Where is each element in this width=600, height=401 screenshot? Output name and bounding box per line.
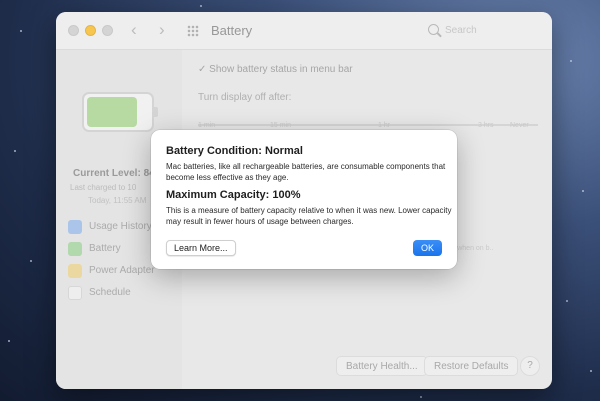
- battery-condition-text: Mac batteries, like all rechargeable bat…: [166, 162, 446, 182]
- maximum-capacity-text: This is a measure of battery capacity re…: [166, 206, 452, 226]
- battery-health-dialog: Battery Condition: Normal Mac batteries,…: [151, 130, 457, 269]
- ok-button[interactable]: OK: [413, 240, 442, 256]
- learn-more-button[interactable]: Learn More...: [166, 240, 236, 256]
- battery-condition-title: Battery Condition: Normal: [166, 145, 303, 157]
- maximum-capacity-title: Maximum Capacity: 100%: [166, 189, 301, 201]
